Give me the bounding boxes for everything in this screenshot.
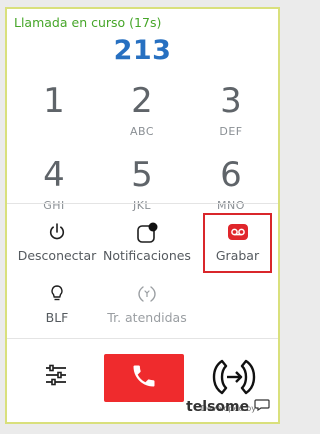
key-digit: 5 [131,155,153,195]
notifications-label: Notificaciones [103,248,191,263]
key-digit: 3 [220,81,242,121]
phone-ringing-icon [99,284,195,310]
record-button[interactable]: Grabar [203,222,272,263]
attended-transfer-label: Tr. atendidas [107,310,187,325]
transfer-button[interactable] [212,357,256,397]
call-status: Llamada en curso (17s) [14,15,162,30]
hangup-button[interactable] [104,354,184,402]
blf-label: BLF [45,310,69,325]
key-3[interactable]: 3 DEF [186,82,276,138]
brand-logo: telsome [186,399,270,415]
key-digit: 2 [131,81,153,121]
lightbulb-icon [15,284,99,310]
key-letters: DEF [219,125,243,138]
key-digit: 4 [43,155,65,195]
record-label: Grabar [215,248,260,263]
call-controls: Developed by telsome [7,338,278,424]
key-1[interactable]: 1 [9,82,99,125]
dialed-number: 213 [113,35,172,66]
notifications-button[interactable]: Notificaciones [99,222,195,263]
disconnect-label: Desconectar [17,248,97,263]
disconnect-button[interactable]: Desconectar [15,222,99,263]
key-digit: 1 [43,81,65,121]
phone-icon [130,362,158,395]
power-icon [15,222,99,248]
call-actions: Desconectar Notificaciones Grabar BLF Tr [7,203,278,339]
sliders-icon [43,364,69,392]
voicemail-icon [203,222,272,248]
attended-transfer-button[interactable]: Tr. atendidas [99,284,195,325]
key-2[interactable]: 2 ABC [97,82,187,138]
notification-dot-icon [99,222,195,248]
settings-button[interactable] [43,362,73,392]
blf-button[interactable]: BLF [15,284,99,325]
speech-bubble-icon [254,399,270,415]
key-digit: 6 [220,155,242,195]
brand-name: telsome [186,399,250,415]
key-letters: ABC [129,125,155,138]
softphone-panel: Llamada en curso (17s) 213 1 2 ABC 3 DEF… [5,7,280,424]
